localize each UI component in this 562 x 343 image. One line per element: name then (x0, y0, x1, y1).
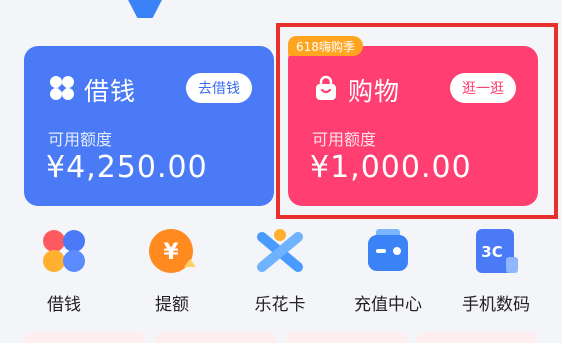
recharge-icon (363, 226, 413, 276)
shortcut-bar: 借钱 ¥ 提额 乐花卡 充值中心 3C 手机数码 (0, 226, 562, 336)
banner-tile[interactable] (24, 332, 145, 343)
shortcut-lehua-card[interactable]: 乐花卡 (230, 226, 330, 315)
shortcut-raise-limit[interactable]: ¥ 提额 (122, 226, 222, 315)
shortcut-label: 提额 (155, 295, 189, 315)
four-petal-icon (48, 74, 76, 106)
shortcut-label: 手机数码 (462, 295, 530, 315)
loan-available-label: 可用额度 (48, 130, 113, 149)
banner-tile[interactable] (417, 332, 538, 343)
bottom-banner-strip (24, 332, 538, 343)
four-petal-icon (39, 226, 89, 276)
shortcut-label: 充值中心 (354, 295, 422, 315)
lehua-card-icon (255, 226, 305, 276)
shortcut-borrow[interactable]: 借钱 (14, 226, 114, 315)
loan-card-title: 借钱 (84, 77, 137, 106)
highlight-box (276, 23, 558, 219)
loan-card-header: 借钱 (48, 72, 136, 108)
svg-text:¥: ¥ (163, 240, 179, 265)
phone-3c-icon: 3C (471, 226, 521, 276)
shortcut-label: 乐花卡 (254, 295, 306, 315)
shortcut-label: 借钱 (47, 295, 81, 315)
shortcut-recharge[interactable]: 充值中心 (338, 226, 438, 315)
go-borrow-button[interactable]: 去借钱 (186, 73, 252, 103)
banner-tile[interactable] (286, 332, 407, 343)
banner-tile[interactable] (155, 332, 276, 343)
yuan-up-icon: ¥ (147, 226, 197, 276)
top-tab-indicator (126, 0, 164, 18)
loan-card[interactable]: 借钱 去借钱 可用额度 ¥4,250.00 (24, 46, 274, 206)
svg-text:3C: 3C (481, 243, 502, 261)
shortcut-phone-digital[interactable]: 3C 手机数码 (446, 226, 546, 315)
loan-available-amount: ¥4,250.00 (46, 150, 208, 185)
